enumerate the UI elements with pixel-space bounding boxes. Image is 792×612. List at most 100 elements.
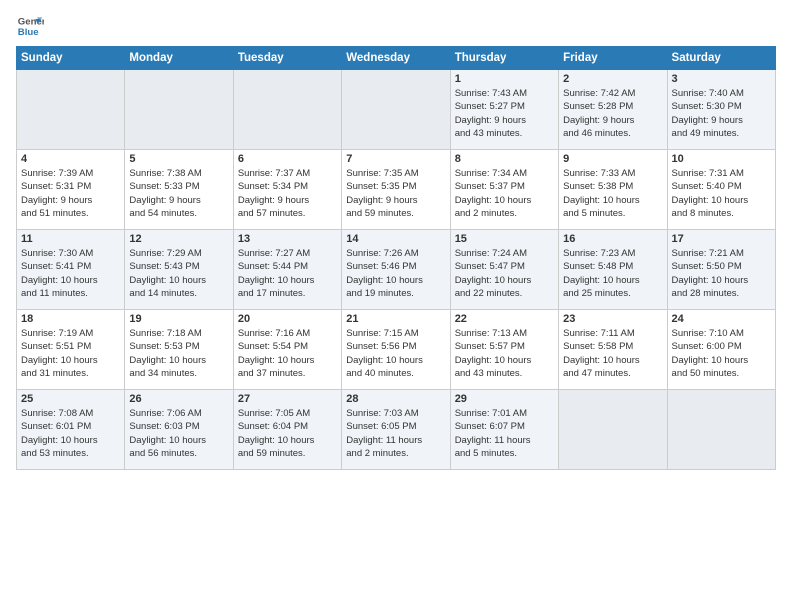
calendar-week-row: 4Sunrise: 7:39 AMSunset: 5:31 PMDaylight… <box>17 150 776 230</box>
calendar-cell: 13Sunrise: 7:27 AMSunset: 5:44 PMDayligh… <box>233 230 341 310</box>
calendar-cell: 14 Sunrise: 7:26 AMSunset: 5:46 PMDayligh… <box>342 230 450 310</box>
day-number: 23 <box>563 313 662 325</box>
cell-text: and 59 minutes. <box>238 447 337 460</box>
cell-text: Daylight: 11 hours <box>455 434 554 447</box>
calendar-cell <box>667 390 775 470</box>
cell-text: and 5 minutes. <box>563 207 662 220</box>
cell-text: Sunset: 6:00 PM <box>672 340 771 353</box>
day-number: 18 <box>21 313 120 325</box>
day-number: 15 <box>455 233 554 245</box>
cell-text: Sunset: 5:27 PM <box>455 100 554 113</box>
calendar-header-tuesday: Tuesday <box>233 47 341 70</box>
cell-text: Sunset: 5:28 PM <box>563 100 662 113</box>
cell-text: Sunrise: 7:39 AM <box>21 167 120 180</box>
calendar-cell: 27Sunrise: 7:05 AMSunset: 6:04 PMDayligh… <box>233 390 341 470</box>
calendar-cell: 7Sunrise: 7:35 AMSunset: 5:35 PMDaylight… <box>342 150 450 230</box>
cell-text: Sunset: 5:33 PM <box>129 180 228 193</box>
cell-text: and 49 minutes. <box>672 127 771 140</box>
calendar-cell: 29Sunrise: 7:01 AMSunset: 6:07 PMDayligh… <box>450 390 558 470</box>
day-number: 11 <box>21 233 120 245</box>
cell-text: and 53 minutes. <box>21 447 120 460</box>
cell-text: Sunset: 5:47 PM <box>455 260 554 273</box>
cell-text: Sunset: 5:54 PM <box>238 340 337 353</box>
cell-text: Sunrise: 7:26 AM <box>346 247 445 260</box>
cell-text: and 43 minutes. <box>455 367 554 380</box>
calendar-cell <box>559 390 667 470</box>
cell-text: and 43 minutes. <box>455 127 554 140</box>
cell-text: Daylight: 10 hours <box>21 434 120 447</box>
cell-text: Daylight: 10 hours <box>455 354 554 367</box>
cell-text: Daylight: 10 hours <box>672 354 771 367</box>
cell-text: Sunrise: 7:34 AM <box>455 167 554 180</box>
cell-text: Daylight: 10 hours <box>21 274 120 287</box>
calendar-cell: 22Sunrise: 7:13 AMSunset: 5:57 PMDayligh… <box>450 310 558 390</box>
cell-text: Daylight: 9 hours <box>563 114 662 127</box>
cell-text: Sunset: 5:40 PM <box>672 180 771 193</box>
calendar-cell: 2Sunrise: 7:42 AMSunset: 5:28 PMDaylight… <box>559 70 667 150</box>
cell-text: and 22 minutes. <box>455 287 554 300</box>
calendar-cell: 19Sunrise: 7:18 AMSunset: 5:53 PMDayligh… <box>125 310 233 390</box>
calendar-cell: 28Sunrise: 7:03 AMSunset: 6:05 PMDayligh… <box>342 390 450 470</box>
cell-text: Daylight: 10 hours <box>238 434 337 447</box>
day-number: 14 <box>346 233 445 245</box>
day-number: 13 <box>238 233 337 245</box>
cell-text: Sunset: 5:38 PM <box>563 180 662 193</box>
cell-text: Daylight: 9 hours <box>129 194 228 207</box>
calendar-header-sunday: Sunday <box>17 47 125 70</box>
cell-text: Daylight: 10 hours <box>238 274 337 287</box>
calendar-week-row: 18Sunrise: 7:19 AMSunset: 5:51 PMDayligh… <box>17 310 776 390</box>
cell-text: Daylight: 11 hours <box>346 434 445 447</box>
cell-text: Sunset: 6:05 PM <box>346 420 445 433</box>
calendar-cell <box>342 70 450 150</box>
calendar-cell: 23Sunrise: 7:11 AMSunset: 5:58 PMDayligh… <box>559 310 667 390</box>
day-number: 8 <box>455 153 554 165</box>
day-number: 29 <box>455 393 554 405</box>
cell-text: and 50 minutes. <box>672 367 771 380</box>
calendar-header-saturday: Saturday <box>667 47 775 70</box>
cell-text: Sunrise: 7:24 AM <box>455 247 554 260</box>
cell-text: Sunset: 5:46 PM <box>346 260 445 273</box>
calendar-cell: 10Sunrise: 7:31 AMSunset: 5:40 PMDayligh… <box>667 150 775 230</box>
calendar-header-row: SundayMondayTuesdayWednesdayThursdayFrid… <box>17 47 776 70</box>
day-number: 7 <box>346 153 445 165</box>
cell-text: and 56 minutes. <box>129 447 228 460</box>
cell-text: Sunset: 5:50 PM <box>672 260 771 273</box>
cell-text: Sunrise: 7:18 AM <box>129 327 228 340</box>
calendar-cell: 15 Sunrise: 7:24 AMSunset: 5:47 PMDayligh… <box>450 230 558 310</box>
cell-text: and 14 minutes. <box>129 287 228 300</box>
cell-text: Sunset: 6:07 PM <box>455 420 554 433</box>
cell-text: and 31 minutes. <box>21 367 120 380</box>
cell-text: Sunrise: 7:27 AM <box>238 247 337 260</box>
day-number: 16 <box>563 233 662 245</box>
cell-text: Daylight: 10 hours <box>346 354 445 367</box>
calendar-cell: 16Sunrise: 7:23 AMSunset: 5:48 PMDayligh… <box>559 230 667 310</box>
calendar-cell: 12Sunrise: 7:29 AMSunset: 5:43 PMDayligh… <box>125 230 233 310</box>
calendar-cell: 8Sunrise: 7:34 AMSunset: 5:37 PMDaylight… <box>450 150 558 230</box>
logo-icon: General Blue <box>16 12 44 40</box>
cell-text: Sunrise: 7:10 AM <box>672 327 771 340</box>
cell-text: Daylight: 10 hours <box>455 274 554 287</box>
day-number: 20 <box>238 313 337 325</box>
cell-text: Daylight: 10 hours <box>346 274 445 287</box>
calendar-header-monday: Monday <box>125 47 233 70</box>
cell-text: and 2 minutes. <box>346 447 445 460</box>
cell-text: Daylight: 10 hours <box>563 194 662 207</box>
calendar-header-friday: Friday <box>559 47 667 70</box>
cell-text: and 5 minutes. <box>455 447 554 460</box>
day-number: 27 <box>238 393 337 405</box>
calendar-cell: 24Sunrise: 7:10 AMSunset: 6:00 PMDayligh… <box>667 310 775 390</box>
cell-text: Sunrise: 7:16 AM <box>238 327 337 340</box>
cell-text: Sunrise: 7:33 AM <box>563 167 662 180</box>
cell-text: Sunset: 5:37 PM <box>455 180 554 193</box>
cell-text: and 28 minutes. <box>672 287 771 300</box>
cell-text: Sunrise: 7:40 AM <box>672 87 771 100</box>
calendar-cell: 18Sunrise: 7:19 AMSunset: 5:51 PMDayligh… <box>17 310 125 390</box>
calendar-cell: 20Sunrise: 7:16 AMSunset: 5:54 PMDayligh… <box>233 310 341 390</box>
cell-text: Sunset: 5:58 PM <box>563 340 662 353</box>
cell-text: and 51 minutes. <box>21 207 120 220</box>
calendar-cell <box>17 70 125 150</box>
calendar-cell: 11Sunrise: 7:30 AMSunset: 5:41 PMDayligh… <box>17 230 125 310</box>
cell-text: Sunset: 5:30 PM <box>672 100 771 113</box>
cell-text: and 40 minutes. <box>346 367 445 380</box>
cell-text: Sunset: 5:53 PM <box>129 340 228 353</box>
